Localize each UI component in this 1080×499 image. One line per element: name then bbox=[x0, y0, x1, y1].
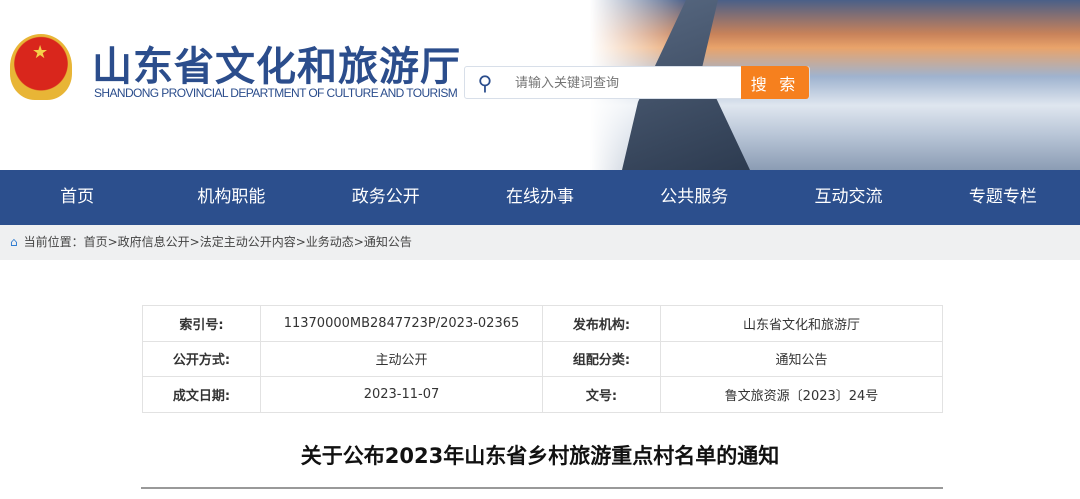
meta-value: 11370000MB2847723P/2023-02365 bbox=[260, 305, 543, 342]
table-row: 索引号: 11370000MB2847723P/2023-02365 发布机构:… bbox=[142, 305, 943, 342]
breadcrumb-text[interactable]: 当前位置：首页>政府信息公开>法定主动公开内容>业务动态>通知公告 bbox=[24, 235, 412, 249]
search-box: ⚲ 搜 索 bbox=[464, 66, 810, 99]
meta-value: 鲁文旅资源〔2023〕24号 bbox=[660, 376, 943, 413]
breadcrumb: ⌂ 当前位置：首页>政府信息公开>法定主动公开内容>业务动态>通知公告 bbox=[0, 225, 1080, 260]
national-emblem-logo[interactable]: ★ bbox=[10, 34, 72, 100]
meta-label: 组配分类: bbox=[542, 340, 661, 377]
document-meta-table: 索引号: 11370000MB2847723P/2023-02365 发布机构:… bbox=[142, 305, 943, 413]
search-icon: ⚲ bbox=[477, 70, 493, 95]
meta-label: 文号: bbox=[542, 376, 661, 413]
article-title: 关于公布2023年山东省乡村旅游重点村名单的通知 bbox=[300, 444, 780, 468]
nav-interaction[interactable]: 互动交流 bbox=[771, 170, 925, 225]
nav-special-topics[interactable]: 专题专栏 bbox=[926, 170, 1080, 225]
meta-label: 成文日期: bbox=[142, 376, 261, 413]
header: ★ 山东省文化和旅游厅 SHANDONG PROVINCIAL DEPARTME… bbox=[0, 0, 1080, 170]
meta-value: 2023-11-07 bbox=[260, 376, 543, 413]
site-title[interactable]: 山东省文化和旅游厅 bbox=[92, 34, 461, 92]
meta-label: 发布机构: bbox=[542, 305, 661, 342]
site-subtitle: SHANDONG PROVINCIAL DEPARTMENT OF CULTUR… bbox=[94, 86, 458, 100]
table-row: 成文日期: 2023-11-07 文号: 鲁文旅资源〔2023〕24号 bbox=[142, 376, 943, 413]
meta-value: 山东省文化和旅游厅 bbox=[660, 305, 943, 342]
search-input[interactable] bbox=[505, 75, 741, 90]
meta-value: 通知公告 bbox=[660, 340, 943, 377]
nav-public-services[interactable]: 公共服务 bbox=[617, 170, 771, 225]
meta-label: 公开方式: bbox=[142, 340, 261, 377]
divider bbox=[141, 487, 943, 489]
table-row: 公开方式: 主动公开 组配分类: 通知公告 bbox=[142, 340, 943, 377]
meta-label: 索引号: bbox=[142, 305, 261, 342]
nav-home[interactable]: 首页 bbox=[0, 170, 154, 225]
search-button[interactable]: 搜 索 bbox=[741, 66, 809, 99]
nav-government-affairs[interactable]: 政务公开 bbox=[309, 170, 463, 225]
main-nav: 首页 机构职能 政务公开 在线办事 公共服务 互动交流 专题专栏 bbox=[0, 170, 1080, 225]
meta-value: 主动公开 bbox=[260, 340, 543, 377]
nav-organization[interactable]: 机构职能 bbox=[154, 170, 308, 225]
nav-online-services[interactable]: 在线办事 bbox=[463, 170, 617, 225]
home-icon: ⌂ bbox=[10, 235, 18, 249]
